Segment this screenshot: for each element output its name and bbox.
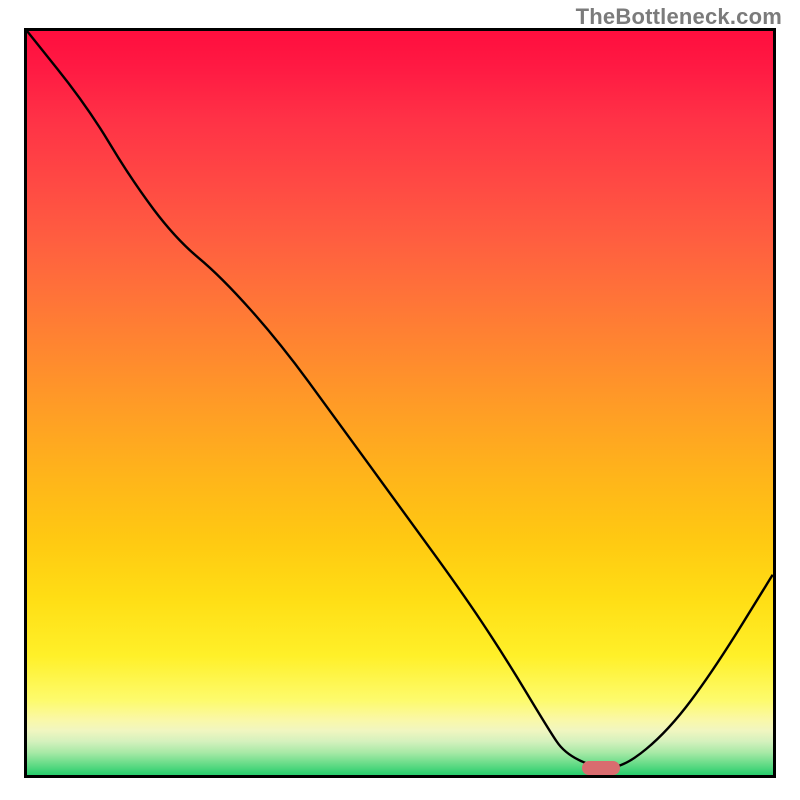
curve-layer [27, 31, 773, 775]
watermark-text: TheBottleneck.com [576, 4, 782, 30]
optimal-marker [582, 761, 620, 775]
bottleneck-curve-path [27, 31, 773, 768]
chart-root: TheBottleneck.com [0, 0, 800, 800]
plot-frame [24, 28, 776, 778]
